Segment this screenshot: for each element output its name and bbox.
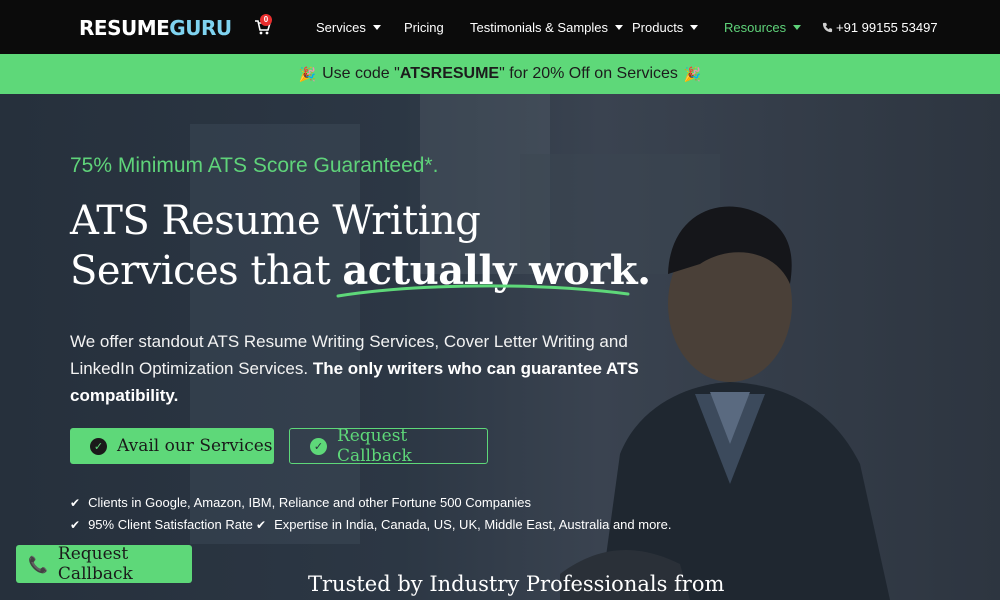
nav-services[interactable]: Services	[316, 20, 381, 35]
nav-resources[interactable]: Resources	[724, 20, 802, 35]
caret-down-icon	[690, 25, 699, 30]
check-icon: ✔	[70, 495, 81, 510]
feature-bullet: ✔ Expertise in India, Canada, US, UK, Mi…	[256, 517, 671, 532]
trusted-heading: Trusted by Industry Professionals from	[308, 572, 725, 596]
phone-number: +91 99155 53497	[836, 20, 938, 35]
nav-testimonials[interactable]: Testimonials & Samples	[470, 20, 623, 35]
promo-text-before: Use code "	[322, 65, 400, 82]
request-callback-button[interactable]: ✓ Request Callback	[289, 426, 488, 466]
nav-pricing[interactable]: Pricing	[404, 20, 444, 35]
nav-products[interactable]: Products	[632, 20, 699, 35]
nav-testimonials-label: Testimonials & Samples	[470, 20, 608, 35]
feature-bullet: ✔ 95% Client Satisfaction Rate	[70, 517, 253, 532]
cart-count-badge: 0	[260, 14, 272, 26]
check-icon: ✔	[70, 517, 81, 532]
check-circle-icon: ✓	[310, 437, 327, 455]
headline-underline-decoration	[336, 284, 630, 298]
party-popper-icon: 🎉	[683, 65, 702, 82]
caret-down-icon	[372, 25, 381, 30]
headline-line-1: ATS Resume Writing	[70, 198, 481, 244]
party-popper-icon: 🎉	[298, 65, 317, 82]
nav-resources-label: Resources	[724, 20, 787, 35]
promo-banner: 🎉 Use code "ATSRESUME" for 20% Off on Se…	[0, 54, 1000, 94]
nav-pricing-label: Pricing	[404, 20, 444, 35]
nav-phone[interactable]: +91 99155 53497	[822, 20, 938, 35]
promo-code: ATSRESUME	[399, 65, 500, 82]
avail-services-label: Avail our Services	[117, 436, 273, 456]
check-icon: ✔	[256, 517, 267, 532]
headline-line-2-plain: Services that	[70, 248, 343, 294]
feature-bullet-text: 95% Client Satisfaction Rate	[88, 517, 253, 532]
check-circle-icon: ✓	[90, 437, 107, 455]
floating-request-callback-button[interactable]: 📞 Request Callback	[16, 544, 192, 584]
phone-icon	[822, 22, 833, 33]
caret-down-icon	[793, 25, 802, 30]
top-navbar: RESUMEGURU 0 Services Pricing Testimonia…	[0, 0, 1000, 54]
nav-services-label: Services	[316, 20, 366, 35]
request-callback-label: Request Callback	[336, 426, 412, 466]
nav-products-label: Products	[632, 20, 684, 35]
feature-bullet-text: Expertise in India, Canada, US, UK, Midd…	[274, 517, 672, 532]
promo-text: Use code "ATSRESUME" for 20% Off on Serv…	[322, 65, 678, 83]
feature-bullet: ✔ Clients in Google, Amazon, IBM, Relian…	[70, 495, 531, 510]
avail-services-button[interactable]: ✓ Avail our Services	[70, 428, 274, 464]
hero-section: 75% Minimum ATS Score Guaranteed*. ATS R…	[0, 94, 1000, 600]
promo-text-after: " for 20% Off on Services	[499, 65, 678, 82]
caret-down-icon	[615, 25, 623, 30]
logo-text-primary: RESUME	[79, 16, 170, 40]
phone-icon: 📞	[28, 554, 48, 574]
hero-description: We offer standout ATS Resume Writing Ser…	[70, 328, 650, 409]
resumeguru-logo[interactable]: RESUMEGURU	[79, 16, 232, 40]
feature-bullet-text: Clients in Google, Amazon, IBM, Reliance…	[88, 495, 532, 510]
hero-tagline: 75% Minimum ATS Score Guaranteed*.	[70, 154, 439, 177]
hero-headline: ATS Resume Writing Services that actuall…	[70, 196, 651, 296]
logo-text-secondary: GURU	[169, 16, 232, 40]
floating-callback-label: Request Callback	[57, 544, 133, 584]
